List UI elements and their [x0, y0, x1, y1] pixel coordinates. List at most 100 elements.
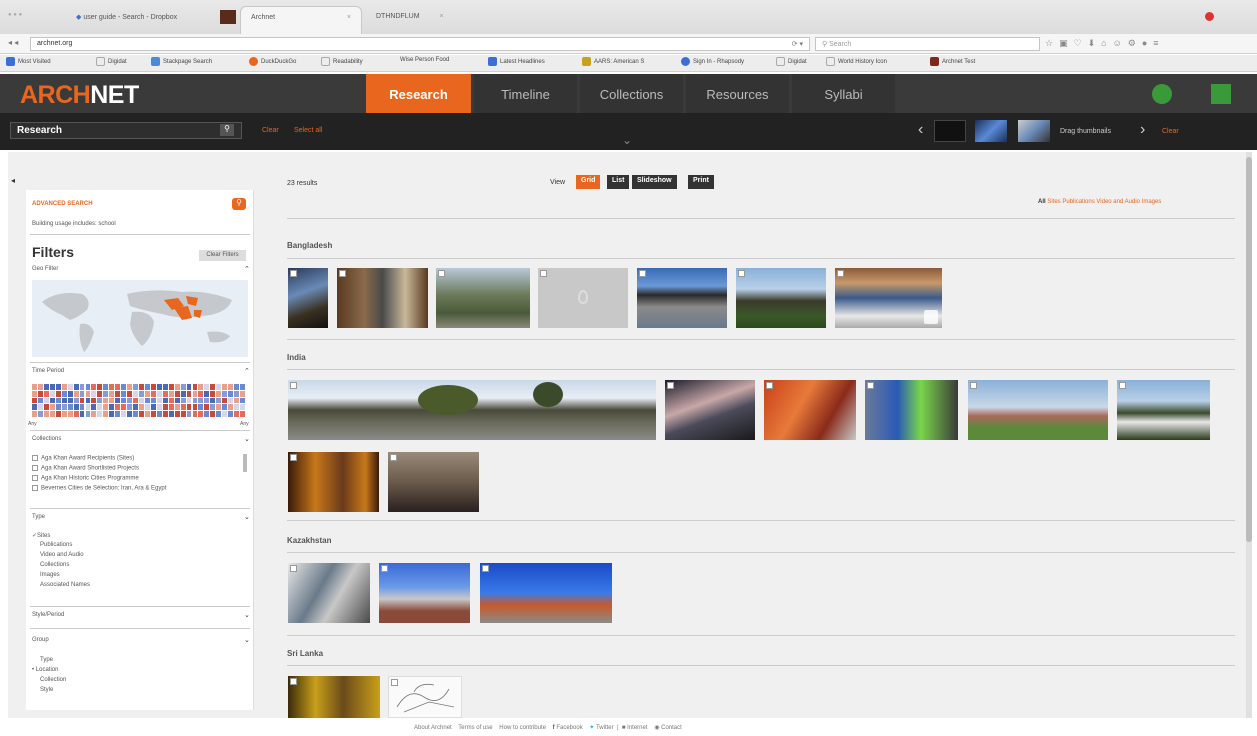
group-option-style[interactable]: Style [40, 687, 53, 693]
time-period-cell[interactable] [192, 384, 198, 390]
info-icon[interactable] [924, 310, 938, 324]
geo-filter-map[interactable] [32, 280, 248, 357]
time-period-cell[interactable] [186, 397, 192, 404]
time-period-cell[interactable] [121, 384, 127, 390]
filter-publications-link[interactable]: Publications [1062, 199, 1094, 205]
bookmark-item[interactable]: World History Icon [826, 57, 887, 66]
result-thumbnail[interactable] [288, 563, 370, 623]
time-period-cell[interactable] [186, 404, 192, 411]
selected-thumb[interactable] [934, 120, 966, 142]
view-grid-button[interactable]: Grid [576, 175, 601, 189]
time-period-cell[interactable] [150, 384, 156, 390]
time-period-cell[interactable] [192, 411, 198, 417]
time-period-cell[interactable] [168, 397, 174, 404]
time-period-cell[interactable] [109, 397, 115, 404]
scrollbar-thumb[interactable] [1246, 157, 1252, 542]
time-period-cell[interactable] [204, 404, 210, 411]
browser-tab-archnet[interactable]: Archnet × [240, 6, 362, 34]
menu-icon[interactable] [1211, 84, 1231, 104]
time-period-cell[interactable] [121, 390, 127, 397]
collection-option[interactable]: Bevernes Cities de Sélection: Iran, Ara … [32, 485, 166, 492]
clear-selection-link[interactable]: Clear [1162, 128, 1179, 135]
time-period-cell[interactable] [222, 384, 228, 390]
time-period-cell[interactable] [186, 390, 192, 397]
chevron-right-icon[interactable]: › [1140, 121, 1145, 139]
time-period-cell[interactable] [186, 411, 192, 417]
time-period-cell[interactable] [162, 384, 168, 390]
time-period-cell[interactable] [210, 390, 216, 397]
time-period-cell[interactable] [91, 411, 97, 417]
advanced-search-link[interactable]: ADVANCED SEARCH [32, 201, 93, 207]
time-period-cell[interactable] [216, 411, 222, 417]
time-period-cell[interactable] [32, 404, 37, 411]
result-thumbnail[interactable] [764, 380, 856, 440]
checkbox[interactable] [290, 678, 297, 685]
browser-search-input[interactable]: ⚲ Search [815, 37, 1040, 51]
time-period-cell[interactable] [168, 404, 174, 411]
time-period-cell[interactable] [103, 397, 109, 404]
result-thumbnail[interactable] [288, 452, 379, 512]
time-period-cell[interactable] [61, 411, 67, 417]
footer-contact-link[interactable]: Contact [661, 725, 682, 731]
time-period-cell[interactable] [222, 404, 228, 411]
time-period-cell[interactable] [210, 404, 216, 411]
facebook-icon[interactable]: f [553, 725, 555, 731]
time-period-cell[interactable] [240, 404, 245, 411]
back-forward-icon[interactable]: ◂ ◂ [8, 38, 18, 47]
checkbox[interactable] [32, 455, 38, 461]
checkbox[interactable] [667, 382, 674, 389]
time-period-cell[interactable] [97, 390, 103, 397]
checkbox[interactable] [32, 475, 38, 481]
time-period-cell[interactable] [121, 397, 127, 404]
checkbox[interactable] [32, 485, 38, 491]
time-period-cell[interactable] [37, 384, 43, 390]
time-period-cell[interactable] [144, 411, 150, 417]
result-thumbnail[interactable] [388, 452, 479, 512]
time-period-cell[interactable] [192, 397, 198, 404]
time-period-cell[interactable] [97, 397, 103, 404]
time-period-cell[interactable] [234, 404, 240, 411]
time-period-cell[interactable] [49, 397, 55, 404]
search-icon[interactable]: ⚲ [232, 198, 246, 210]
time-period-cell[interactable] [198, 390, 204, 397]
browser-toolbar-icons[interactable]: ☆▣♡⬇⌂☺⚙●≡ [1045, 38, 1165, 49]
result-thumbnail[interactable] [665, 380, 755, 440]
group-option-collection[interactable]: Collection [40, 677, 66, 683]
checkbox[interactable] [540, 270, 547, 277]
time-period-cell[interactable] [168, 384, 174, 390]
time-period-cell[interactable] [109, 384, 115, 390]
group-option-type[interactable]: Type [40, 657, 53, 663]
time-period-cell[interactable] [234, 384, 240, 390]
time-period-cell[interactable] [109, 404, 115, 411]
bookmark-item[interactable]: Latest Headlines [488, 57, 545, 66]
scrollbar[interactable] [1246, 152, 1252, 718]
time-period-cell[interactable] [180, 411, 186, 417]
time-period-cell[interactable] [91, 404, 97, 411]
time-period-cell[interactable] [156, 411, 162, 417]
time-period-cell[interactable] [162, 397, 168, 404]
result-thumbnail[interactable] [480, 563, 612, 623]
time-period-cell[interactable] [228, 390, 234, 397]
collapse-icon[interactable]: ⌃ [244, 265, 250, 273]
checkbox[interactable] [482, 565, 489, 572]
time-period-cell[interactable] [67, 390, 73, 397]
result-thumbnail-drawing[interactable] [388, 676, 462, 718]
time-period-cell[interactable] [198, 404, 204, 411]
time-period-cell[interactable] [133, 384, 138, 390]
time-period-cell[interactable] [115, 404, 121, 411]
research-search-input[interactable]: Research [10, 122, 242, 139]
time-period-cell[interactable] [73, 404, 79, 411]
result-thumbnail[interactable] [436, 268, 530, 328]
time-period-cell[interactable] [55, 390, 61, 397]
time-period-cell[interactable] [43, 384, 49, 390]
time-period-cell[interactable] [150, 390, 156, 397]
time-period-cell[interactable] [180, 397, 186, 404]
time-period-cell[interactable] [37, 404, 43, 411]
collapse-icon[interactable]: ⌄ [244, 435, 250, 443]
footer-about-link[interactable]: About Archnet [414, 725, 452, 731]
time-period-cell[interactable] [174, 411, 180, 417]
bookmark-item[interactable]: DuckDuckGo [249, 57, 296, 66]
type-option-video-audio[interactable]: Video and Audio [40, 552, 84, 558]
time-period-cell[interactable] [222, 411, 228, 417]
url-input[interactable]: archnet.org ⟳ ▾ [30, 37, 810, 51]
